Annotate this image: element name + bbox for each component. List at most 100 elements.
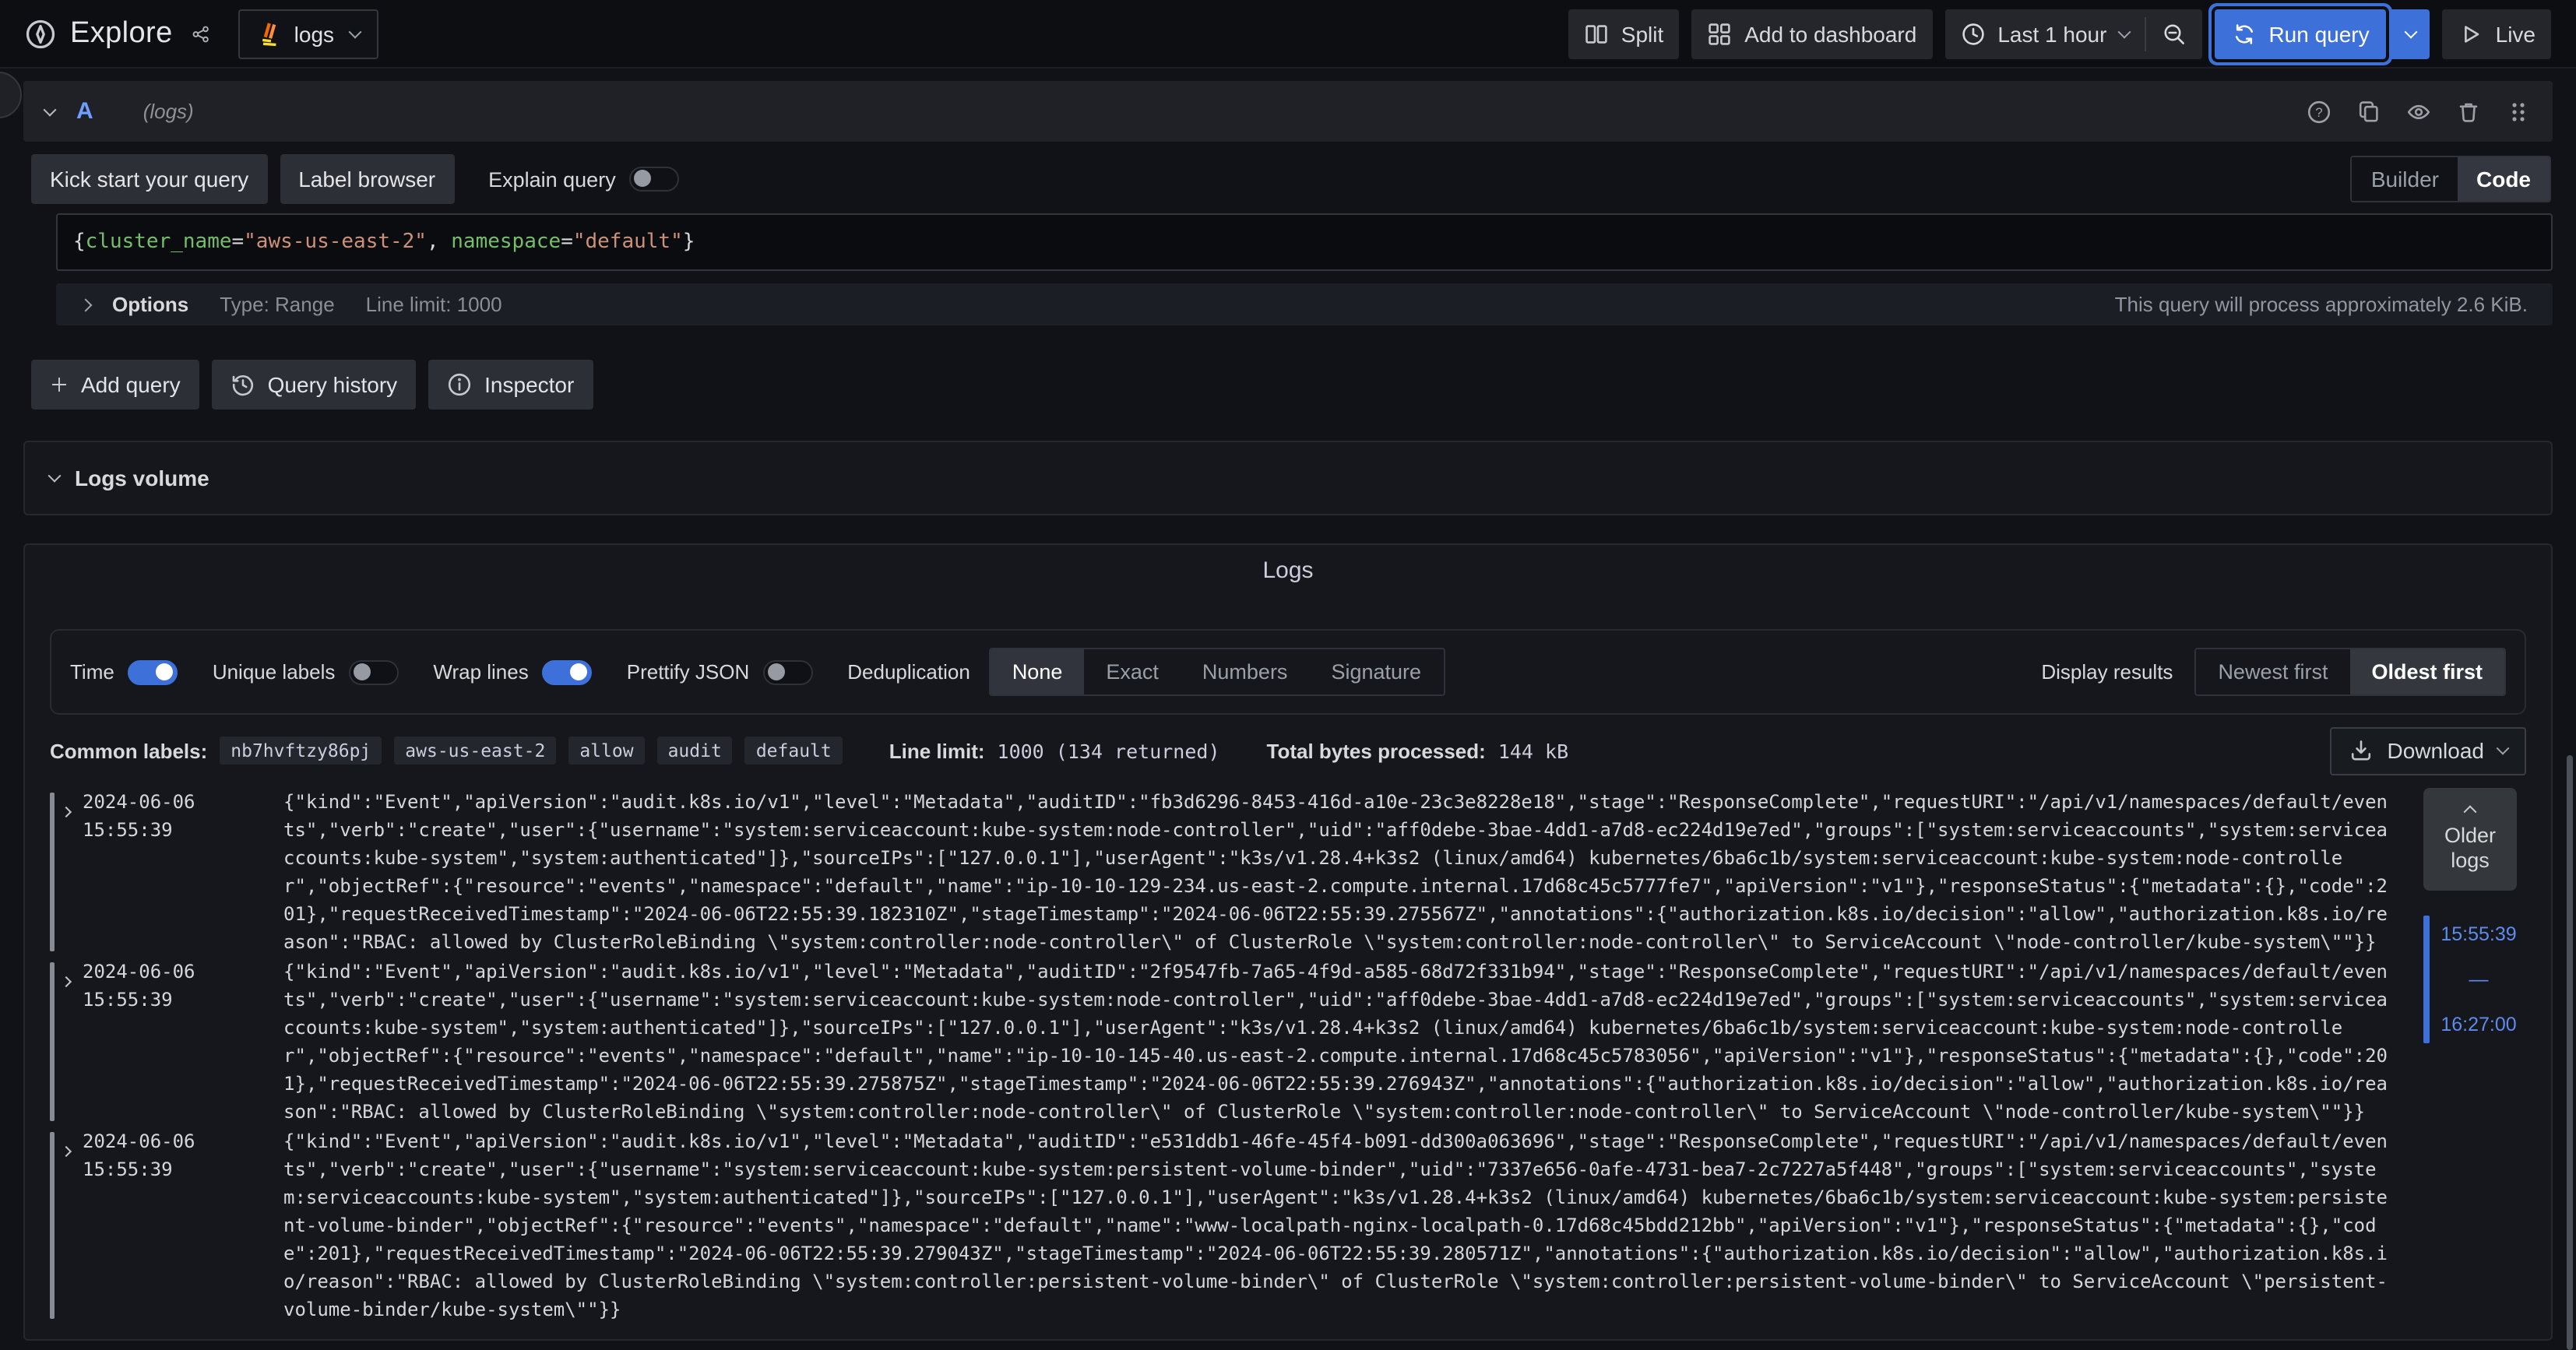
share-icon[interactable]: [188, 21, 213, 46]
chevron-up-icon: [2464, 805, 2477, 818]
code-mode-option[interactable]: Code: [2458, 157, 2550, 201]
kick-start-query-button[interactable]: Kick start your query: [31, 154, 267, 204]
help-icon[interactable]: ?: [2307, 99, 2331, 124]
query-options-bar[interactable]: Options Type: Range Line limit: 1000 Thi…: [56, 283, 2553, 325]
sort-oldest-first[interactable]: Oldest first: [2349, 649, 2504, 694]
add-to-dashboard-button[interactable]: Add to dashboard: [1691, 9, 1932, 58]
query-token: {: [73, 230, 86, 254]
expand-log-row-icon[interactable]: [55, 788, 83, 956]
log-line: ason":"RBAC: allowed by ClusterRoleBindi…: [283, 928, 2408, 956]
deduplication-options: None Exact Numbers Signature: [989, 648, 1445, 696]
logs-navigation-rail: Older logs 15:55:39 — 16:27:00: [2414, 788, 2526, 1325]
options-label: Options: [112, 293, 188, 316]
log-message: {"kind":"Event","apiVersion":"audit.k8s.…: [283, 958, 2408, 1126]
time-toggle[interactable]: [128, 659, 178, 684]
remove-query-icon[interactable]: [2456, 99, 2481, 124]
split-button[interactable]: Split: [1568, 9, 1679, 58]
plus-icon: [50, 375, 69, 394]
log-message: {"kind":"Event","apiVersion":"audit.k8s.…: [283, 788, 2408, 956]
prettify-json-control: Prettify JSON: [627, 659, 814, 684]
svg-text:?: ?: [2315, 104, 2322, 119]
time-range-picker[interactable]: Last 1 hour: [1944, 9, 2144, 58]
dedup-option-signature[interactable]: Signature: [1309, 649, 1443, 694]
zoom-out-icon: [2161, 21, 2186, 46]
query-history-button[interactable]: Query history: [212, 360, 417, 410]
log-row: 2024-06-06 15:55:39 {"kind":"Event","api…: [50, 788, 2408, 956]
time-toggle-label: Time: [70, 660, 114, 684]
run-query-button[interactable]: Run query: [2214, 9, 2386, 58]
history-icon: [231, 372, 255, 397]
dedup-option-exact[interactable]: Exact: [1084, 649, 1181, 694]
older-logs-button[interactable]: Older logs: [2423, 788, 2517, 891]
deduplication-label: Deduplication: [847, 660, 970, 684]
logs-volume-panel[interactable]: Logs volume: [23, 441, 2553, 515]
query-token: cluster_name: [86, 230, 232, 254]
explain-query-label: Explain query: [488, 167, 616, 191]
explain-query-toggle[interactable]: [630, 167, 680, 192]
run-query-more-button[interactable]: [2390, 9, 2430, 58]
download-label: Download: [2387, 738, 2484, 763]
dedup-option-numbers[interactable]: Numbers: [1181, 649, 1310, 694]
time-range-bar[interactable]: [2423, 916, 2430, 1043]
query-token: namespace: [451, 230, 561, 254]
expand-log-row-icon[interactable]: [55, 1127, 83, 1324]
wrap-lines-control: Wrap lines: [433, 659, 592, 684]
log-line: ts","verb":"create","user":{"username":"…: [283, 1155, 2408, 1183]
download-icon: [2348, 738, 2373, 763]
common-labels-label: Common labels:: [50, 739, 207, 762]
kick-start-label: Kick start your query: [50, 167, 248, 192]
log-line: son":"RBAC: allowed by ClusterRoleBindin…: [283, 1098, 2408, 1126]
query-token: =: [561, 230, 573, 254]
log-line: {"kind":"Event","apiVersion":"audit.k8s.…: [283, 788, 2408, 816]
drag-handle-icon[interactable]: [2506, 99, 2531, 124]
chevron-down-icon: [2497, 742, 2510, 755]
collapse-logs-volume-icon[interactable]: [48, 469, 62, 483]
logs-panel: Logs Time Unique labels Wrap lines: [23, 543, 2553, 1341]
prettify-json-toggle[interactable]: [763, 659, 813, 684]
download-button[interactable]: Download: [2329, 726, 2526, 775]
label-chip: audit: [657, 737, 733, 765]
log-row: 2024-06-06 15:55:39 {"kind":"Event","api…: [50, 958, 2408, 1126]
log-message: {"kind":"Event","apiVersion":"audit.k8s.…: [283, 1127, 2408, 1324]
secondary-actions: Add query Query history Inspector: [23, 360, 2553, 410]
query-code-editor[interactable]: {cluster_name="aws-us-east-2", namespace…: [56, 213, 2553, 271]
time-range-controls: Last 1 hour: [1944, 9, 2201, 58]
scrollbar-thumb[interactable]: [2567, 755, 2573, 1350]
datasource-picker[interactable]: logs: [238, 9, 378, 58]
unique-labels-toggle[interactable]: [349, 659, 399, 684]
builder-mode-option[interactable]: Builder: [2353, 157, 2458, 201]
add-query-label: Add query: [81, 372, 181, 397]
total-bytes-label: Total bytes processed:: [1267, 739, 1486, 762]
range-dash: —: [2441, 969, 2516, 990]
log-line: m:serviceaccounts:kube-system","system:a…: [283, 1183, 2408, 1211]
chevron-down-icon: [2404, 25, 2417, 38]
expand-log-row-icon[interactable]: [55, 958, 83, 1126]
query-row-header[interactable]: A (logs) ?: [23, 81, 2553, 142]
hide-response-icon[interactable]: [2406, 99, 2431, 124]
duplicate-query-icon[interactable]: [2356, 99, 2381, 124]
live-button[interactable]: Live: [2443, 9, 2551, 58]
total-bytes-value: 144 kB: [1498, 739, 1568, 762]
log-line: {"kind":"Event","apiVersion":"audit.k8s.…: [283, 1127, 2408, 1155]
datasource-name: logs: [294, 21, 334, 46]
wrap-lines-toggle[interactable]: [543, 659, 593, 684]
log-line: e":201},"requestReceivedTimestamp":"2024…: [283, 1239, 2408, 1267]
editor-mode-toggle: Builder Code: [2351, 156, 2551, 202]
log-line: ccounts:kube-system","system:authenticat…: [283, 844, 2408, 872]
apps-grid-icon: [1707, 21, 1732, 46]
logs-controls: Time Unique labels Wrap lines Prettify J…: [50, 629, 2526, 715]
zoom-out-time-button[interactable]: [2145, 9, 2201, 58]
query-token: "default": [573, 230, 683, 254]
log-timestamp: 2024-06-06 15:55:39: [83, 958, 283, 1126]
line-limit-label: Line limit:: [889, 739, 985, 762]
add-to-dashboard-label: Add to dashboard: [1744, 21, 1916, 46]
sort-order-options: Newest first Oldest first: [2194, 648, 2506, 696]
live-label: Live: [2496, 21, 2536, 46]
label-browser-button[interactable]: Label browser: [280, 154, 454, 204]
add-query-button[interactable]: Add query: [31, 360, 199, 410]
dedup-option-none[interactable]: None: [991, 649, 1085, 694]
deduplication-control: Deduplication None Exact Numbers Signatu…: [847, 648, 1445, 696]
collapse-query-icon[interactable]: [44, 103, 57, 116]
inspector-button[interactable]: Inspector: [428, 360, 593, 410]
sort-newest-first[interactable]: Newest first: [2196, 649, 2349, 694]
